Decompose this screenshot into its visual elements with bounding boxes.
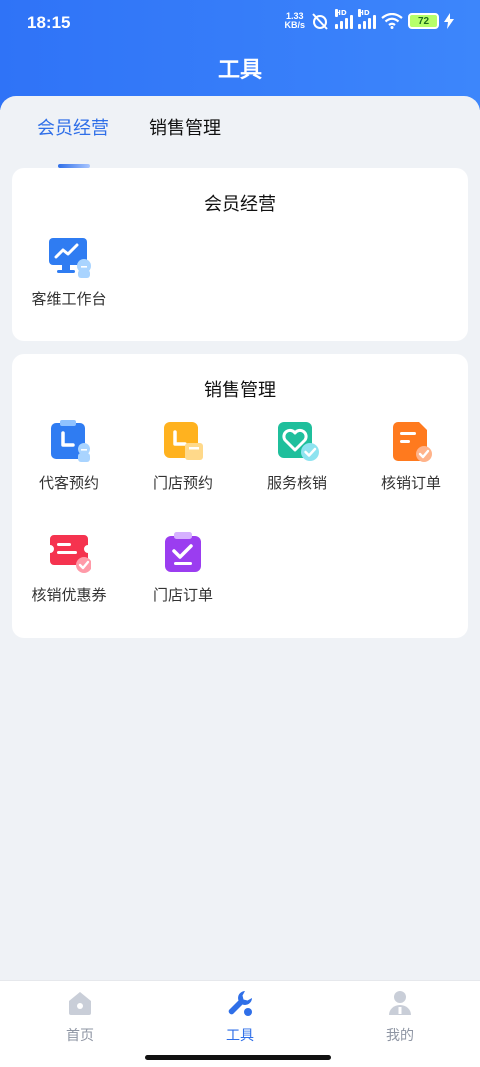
tool-label: 服务核销 [266,474,327,492]
tool-label: 核销订单 [380,474,441,492]
tool-verify-coupon[interactable]: 核销优惠券 [12,531,126,605]
member-section-card: 会员经营 客维工作台 [12,168,468,341]
tool-verification-orders[interactable]: 核销订单 [354,419,468,493]
alarm-off-icon [312,13,328,30]
tool-label: 门店预约 [152,474,213,492]
nav-tools[interactable]: 工具 [200,989,280,1045]
clipboard-check-icon [161,531,205,575]
wrench-icon [228,991,252,1016]
section-title-member: 会员经营 [204,194,276,215]
coupon-check-icon [47,531,92,575]
tool-proxy-reservation[interactable]: 代客预约 [12,419,126,493]
network-speed: 1.33 KB/s [284,12,305,30]
battery-level: 72 [417,15,430,27]
store-clock-icon [161,419,205,463]
page-title: 工具 [217,58,262,83]
tool-label: 代客预约 [38,474,99,492]
tool-store-reservation[interactable]: 门店预约 [126,419,240,493]
network-speed-unit: KB/s [284,20,305,30]
monitor-chart-icon [47,235,91,279]
home-icon [69,992,91,1015]
bottom-navigation: 首页 工具 我的 [0,980,480,1067]
tool-label: 客维工作台 [31,290,107,308]
tab-bar: 会员经营 销售管理 [0,114,480,168]
main-content: 会员经营 销售管理 会员经营 客维工作台 销售管理 代客预约 门店预约 服务核销… [0,96,480,980]
tab-sales-management[interactable]: 销售管理 [149,114,221,140]
wifi-icon [381,13,403,29]
nav-tools-label: 工具 [226,1028,254,1044]
nav-mine-label: 我的 [386,1028,414,1044]
heart-check-icon [275,419,319,463]
tool-label: 核销优惠券 [31,586,107,604]
app-header: 18:15 1.33 KB/s HD HD 72 工具 [0,0,480,110]
clipboard-clock-icon [47,419,91,463]
tool-customer-workbench[interactable]: 客维工作台 [12,235,126,309]
nav-mine[interactable]: 我的 [360,989,440,1045]
order-document-icon [389,419,433,463]
tool-label: 门店订单 [152,586,213,604]
status-icons: 1.33 KB/s HD HD 72 [284,9,454,30]
signal-icon-1: HD [335,9,353,29]
status-time: 18:15 [27,13,71,32]
signal-hd-label-2: HD [358,9,370,17]
section-title-sales: 销售管理 [204,380,276,401]
charging-icon [444,13,454,29]
battery-indicator: 72 [408,13,439,29]
nav-home-label: 首页 [66,1028,94,1044]
signal-hd-label: HD [335,9,347,17]
user-icon [389,991,411,1015]
tool-store-orders[interactable]: 门店订单 [126,531,240,605]
tool-service-verification[interactable]: 服务核销 [240,419,354,493]
home-indicator[interactable] [145,1055,331,1060]
status-bar: 18:15 1.33 KB/s HD HD 72 [0,0,480,46]
sales-section-card: 销售管理 代客预约 门店预约 服务核销 核销订单 核销优惠券 门店订单 [12,354,468,638]
nav-home[interactable]: 首页 [40,989,120,1045]
signal-icon-2: HD [358,9,376,29]
tab-member-management[interactable]: 会员经营 [37,114,109,140]
